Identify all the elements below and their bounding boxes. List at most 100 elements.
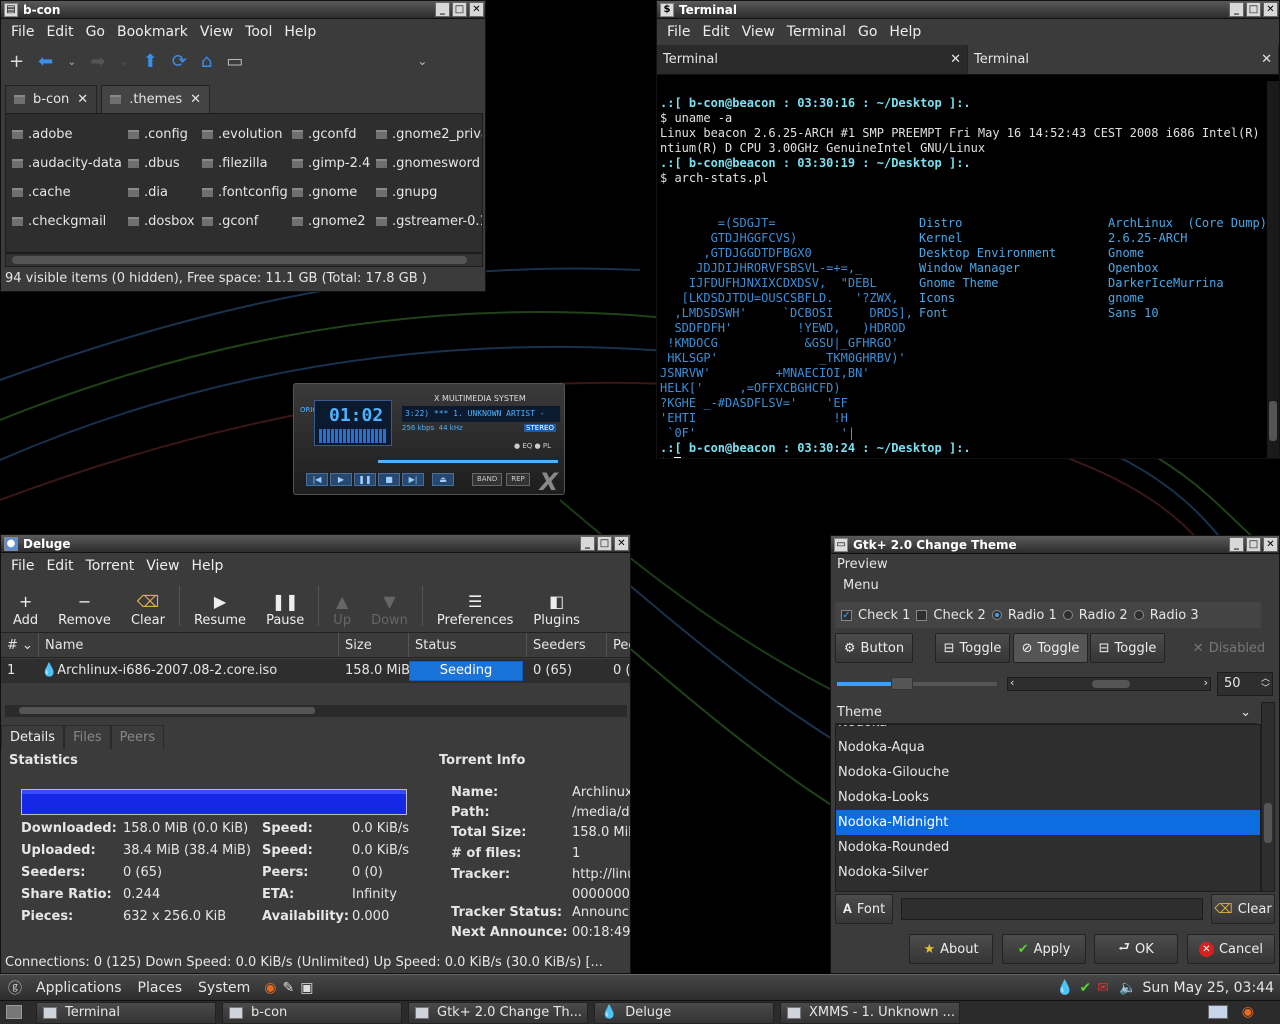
column-size[interactable]: Size: [339, 633, 409, 657]
horizontal-scrollbar[interactable]: [5, 253, 483, 267]
repeat-button[interactable]: REP: [506, 473, 530, 486]
menu-view[interactable]: View: [140, 558, 185, 574]
radio-1-button[interactable]: [991, 610, 1002, 620]
plugins-button[interactable]: ◧ Plugins: [523, 591, 590, 632]
theme-list-scrollbar[interactable]: [1261, 702, 1275, 892]
titlebar[interactable]: ● Deluge _ □ ✕: [1, 535, 630, 553]
queue-down-button[interactable]: ▼ Down: [361, 591, 418, 632]
up-icon[interactable]: ⬆: [143, 51, 158, 72]
column-name[interactable]: Name: [39, 633, 339, 657]
menu-applications[interactable]: Applications: [28, 980, 130, 996]
menu-view[interactable]: View: [194, 24, 239, 40]
back-dropdown-icon[interactable]: ⌄: [67, 55, 76, 68]
terminal-screen[interactable]: .:[ b-con@beacon : 03:30:16 : ~/Desktop …: [657, 81, 1269, 458]
file-item[interactable]: .evolution: [202, 120, 292, 149]
tab-details[interactable]: Details: [1, 725, 65, 749]
deluge-window[interactable]: ● Deluge _ □ ✕ File Edit Torrent View Help…: [0, 534, 631, 974]
add-button[interactable]: + Add: [3, 591, 48, 632]
band-button[interactable]: BAND: [472, 473, 503, 486]
tab-bcon[interactable]: b-con ✕: [5, 85, 98, 113]
menu-help[interactable]: Help: [883, 24, 927, 40]
new-tab-icon[interactable]: +: [9, 51, 24, 72]
clear-button[interactable]: ⌫ Clear: [1211, 894, 1275, 924]
file-item[interactable]: .gnome2: [292, 207, 376, 234]
file-item[interactable]: .audacity-data: [12, 149, 128, 178]
theme-list-item[interactable]: Nodoka-Looks: [836, 785, 1260, 810]
seek-bar[interactable]: [378, 460, 558, 463]
scroll-right-icon[interactable]: ›: [1204, 676, 1208, 689]
preview-scrollbar[interactable]: ‹ ›: [1007, 676, 1211, 691]
theme-list-item[interactable]: Nodoka-Midnight: [836, 810, 1260, 835]
gnome-foot-icon[interactable]: ⓖ: [0, 978, 28, 998]
file-item[interactable]: .dbus: [128, 149, 202, 178]
scroll-thumb[interactable]: [12, 256, 467, 264]
menu-go[interactable]: Go: [852, 24, 883, 40]
menu-edit[interactable]: Edit: [40, 24, 79, 40]
file-item[interactable]: .config: [128, 120, 202, 149]
menu-view[interactable]: View: [736, 24, 781, 40]
forward-icon[interactable]: ➡: [90, 51, 105, 72]
theme-list-item[interactable]: Nodoka-Rounded: [836, 835, 1260, 860]
terminal-tab-1[interactable]: Terminal ✕: [657, 45, 968, 74]
show-desktop-icon[interactable]: [6, 1005, 22, 1019]
about-button[interactable]: ★ About: [909, 934, 993, 964]
menu-edit[interactable]: Edit: [40, 558, 79, 574]
column-number[interactable]: # ⌄: [1, 633, 39, 657]
menu-file[interactable]: File: [5, 24, 40, 40]
volume-icon[interactable]: 🔈: [1119, 980, 1136, 996]
menu-go[interactable]: Go: [80, 24, 111, 40]
torrent-row[interactable]: 1 💧Archlinux-i686-2007.08-2.core.iso 158…: [1, 659, 630, 683]
minimize-button[interactable]: _: [1229, 2, 1244, 17]
minimize-button[interactable]: _: [580, 536, 595, 551]
remove-button[interactable]: − Remove: [48, 591, 121, 632]
maximize-button[interactable]: □: [1246, 2, 1261, 17]
pause-button[interactable]: ❚❚: [354, 473, 376, 486]
close-button[interactable]: ✕: [614, 536, 629, 551]
queue-up-button[interactable]: ▲ Up: [323, 591, 361, 632]
file-item[interactable]: .dosbox: [128, 207, 202, 234]
eject-button[interactable]: ⏏: [432, 473, 454, 486]
task-terminal[interactable]: Terminal: [36, 1001, 216, 1024]
location-dropdown-icon[interactable]: ⌄: [417, 54, 427, 68]
home-icon[interactable]: ⌂: [201, 51, 212, 72]
file-item[interactable]: .adobe: [12, 120, 128, 149]
maximize-button[interactable]: □: [452, 2, 467, 17]
folder-icon[interactable]: ▭: [226, 51, 243, 72]
file-item[interactable]: .gconfd: [292, 120, 376, 149]
toggle-button-3[interactable]: ⊟ Toggle: [1090, 633, 1165, 663]
gtk-theme-window[interactable]: ▭ Gtk+ 2.0 Change Theme _ □ ✕ Preview Menu…: [830, 535, 1280, 974]
toggle-button-1[interactable]: ⊟ Toggle: [935, 633, 1010, 663]
theme-list-item[interactable]: Nodoka-Gilouche: [836, 760, 1260, 785]
spin-button[interactable]: 50 ︿ ﹀: [1217, 672, 1273, 696]
scroll-thumb[interactable]: [1092, 680, 1130, 688]
pause-button[interactable]: ❚❚ Pause: [256, 591, 314, 632]
file-item[interactable]: .gstreamer-0.1: [376, 207, 482, 234]
theme-list-item[interactable]: Nodoka-Silver: [836, 860, 1260, 885]
close-tab-icon[interactable]: ✕: [950, 52, 961, 67]
mail-tray-icon[interactable]: ✉: [1097, 980, 1109, 996]
terminal-tab-2[interactable]: Terminal ✕: [968, 45, 1279, 74]
file-item[interactable]: .gnupg: [376, 178, 482, 207]
close-button[interactable]: ✕: [469, 2, 484, 17]
file-view[interactable]: .adobe .config .evolution .gconfd .gnome2_pr…: [5, 113, 483, 253]
close-button[interactable]: ✕: [1263, 537, 1278, 552]
clear-button[interactable]: ⌫ Clear: [121, 591, 175, 632]
theme-list-item[interactable]: Nodoka: [836, 725, 1260, 735]
toggle-button-2[interactable]: ⊘ Toggle: [1013, 633, 1088, 663]
task-bcon[interactable]: b-con: [222, 1001, 402, 1024]
eq-toggle[interactable]: ● EQ ● PL: [514, 442, 551, 450]
column-status[interactable]: Status: [409, 633, 527, 657]
radio-2-button[interactable]: [1062, 610, 1073, 620]
font-button[interactable]: 𝐀 Font: [835, 894, 893, 924]
theme-list[interactable]: NodokaNodoka-AquaNodoka-GiloucheNodoka-L…: [835, 724, 1261, 892]
titlebar[interactable]: ▭ Gtk+ 2.0 Change Theme _ □ ✕: [831, 536, 1279, 554]
task-deluge[interactable]: 💧 Deluge: [594, 1001, 774, 1024]
titlebar[interactable]: ▤ b-con _ □ ✕: [1, 1, 485, 19]
deluge-tray-icon[interactable]: 💧: [1056, 980, 1073, 996]
minimize-button[interactable]: _: [435, 2, 450, 17]
menu-help[interactable]: Help: [185, 558, 229, 574]
scroll-thumb[interactable]: [1269, 401, 1277, 441]
task-gtk-theme[interactable]: Gtk+ 2.0 Change Th...: [408, 1001, 588, 1024]
menu-tool[interactable]: Tool: [239, 24, 278, 40]
resume-button[interactable]: ▶ Resume: [184, 591, 256, 632]
